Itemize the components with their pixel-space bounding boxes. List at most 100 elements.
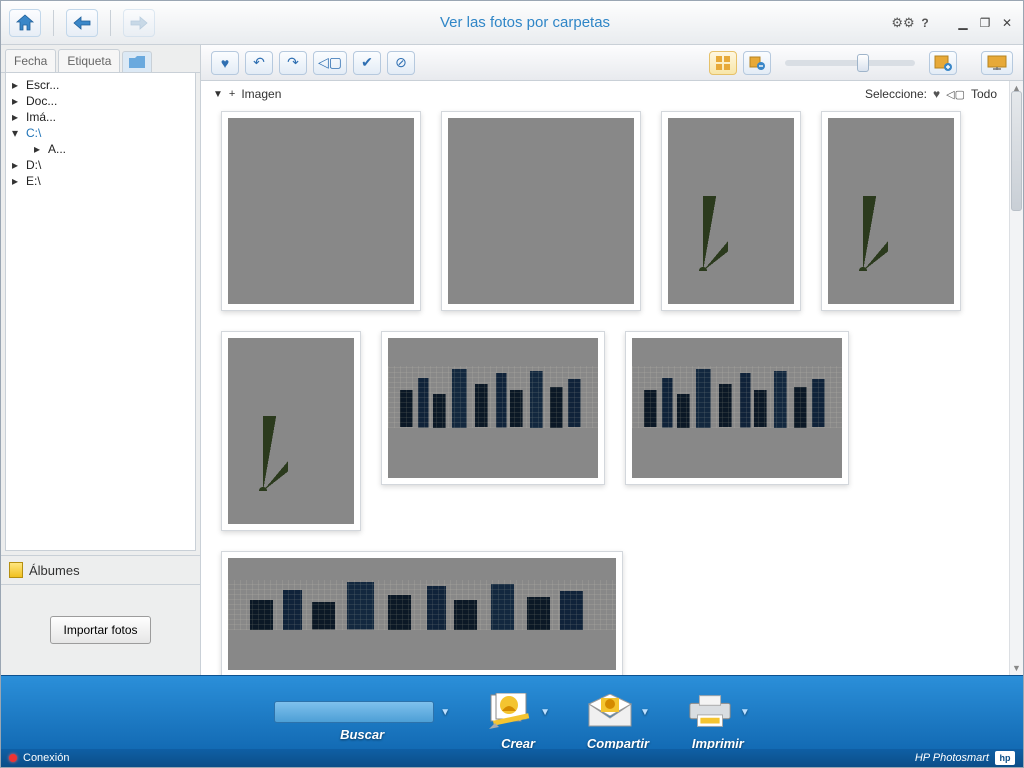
maximize-button[interactable]: ❐ [977, 15, 993, 31]
expand-plus-icon[interactable]: + [229, 88, 235, 100]
thumbnail-size-slider[interactable] [785, 60, 915, 66]
main-area: ♥ ↶ ↷ ◁▢ ✔ ⊘ [201, 45, 1023, 675]
thumbnail-grid [201, 107, 1009, 675]
slideshow-icon [986, 55, 1008, 71]
thumbnail-image [668, 118, 794, 304]
search-input[interactable] [274, 701, 434, 723]
tab-date[interactable]: Fecha [5, 49, 56, 72]
prohibit-icon: ⊘ [395, 54, 407, 71]
tag-icon: ◁▢ [318, 54, 342, 71]
check-circle-icon: ✔ [361, 54, 373, 71]
thumbnail-image [632, 338, 842, 478]
thumbnail-image [228, 118, 414, 304]
albums-button[interactable]: Álbumes [1, 555, 200, 585]
rotate-left-button[interactable]: ↶ [245, 51, 273, 75]
window-controls: ⚙⚙ ? ▁ ❐ ✕ [895, 15, 1015, 31]
tree-node[interactable]: ▸A... [8, 141, 193, 157]
select-favorites-button[interactable]: ♥ [933, 87, 940, 101]
tree-node[interactable]: ▾C:\ [8, 125, 193, 141]
tree-node-label: E:\ [26, 174, 41, 188]
scrollbar-thumb[interactable] [1011, 91, 1022, 211]
content-scroll[interactable]: ▼ + Imagen Seleccione: ♥ ◁▢ Todo [201, 81, 1009, 675]
search-dropdown[interactable]: ▼ [440, 707, 450, 718]
reject-button[interactable]: ⊘ [387, 51, 415, 75]
tree-node[interactable]: ▸Imá... [8, 109, 193, 125]
arrow-right-icon [130, 16, 148, 30]
slideshow-button[interactable] [981, 51, 1013, 75]
chevron-right-icon[interactable]: ▸ [12, 158, 22, 172]
home-icon [15, 14, 35, 32]
tree-node[interactable]: ▸ Escr... [8, 77, 193, 93]
minimize-button[interactable]: ▁ [955, 15, 971, 31]
heart-icon: ♥ [221, 55, 229, 71]
select-tagged-button[interactable]: ◁▢ [946, 88, 965, 101]
thumb-minus-icon [749, 56, 765, 70]
tab-tag[interactable]: Etiqueta [58, 49, 120, 72]
thumbnail[interactable] [221, 551, 623, 675]
settings-button[interactable]: ⚙⚙ [895, 15, 911, 31]
rotate-right-button[interactable]: ↷ [279, 51, 307, 75]
chevron-down-icon[interactable]: ▾ [12, 126, 22, 140]
help-button[interactable]: ? [917, 15, 933, 31]
tree-node-label: Escr... [26, 78, 59, 92]
select-all-button[interactable]: Todo [971, 87, 997, 101]
share-icon [586, 692, 634, 732]
chevron-right-icon[interactable]: ▸ [12, 78, 22, 92]
folder-tree[interactable]: ▸Escr...▸Doc...▸Imá...▾C:\▸A...▸D:\▸E:\ [5, 73, 196, 551]
home-button[interactable] [9, 9, 41, 37]
back-button[interactable] [66, 9, 98, 37]
zoom-in-thumb-button[interactable] [929, 51, 957, 75]
print-group[interactable]: ▼ Imprimir [686, 692, 750, 751]
chevron-right-icon[interactable]: ▸ [12, 94, 22, 108]
tab-folder[interactable] [122, 51, 152, 72]
thumbnail-image [228, 338, 354, 524]
albums-icon [9, 562, 23, 578]
thumbnail[interactable] [661, 111, 801, 311]
grid-icon [716, 56, 730, 70]
slider-knob[interactable] [857, 54, 869, 72]
thumbnail[interactable] [381, 331, 605, 485]
thumbnail-image [388, 338, 598, 478]
thumbnail[interactable] [625, 331, 849, 485]
tag-button[interactable]: ◁▢ [313, 51, 347, 75]
tree-node[interactable]: ▸Doc... [8, 93, 193, 109]
approve-button[interactable]: ✔ [353, 51, 381, 75]
close-button[interactable]: ✕ [999, 15, 1015, 31]
thumbnail[interactable] [821, 111, 961, 311]
vertical-scrollbar[interactable]: ▲ ▼ [1009, 81, 1023, 675]
favorite-button[interactable]: ♥ [211, 51, 239, 75]
create-dropdown[interactable]: ▼ [540, 707, 550, 718]
thumbnail-image [448, 118, 634, 304]
zoom-out-thumb-button[interactable] [743, 51, 771, 75]
select-label: Seleccione: [865, 87, 927, 101]
chevron-right-icon[interactable]: ▸ [12, 110, 22, 124]
thumbnail[interactable] [221, 111, 421, 311]
thumbnail[interactable] [441, 111, 641, 311]
create-group[interactable]: ▼ Crear [486, 692, 550, 751]
search-label: Buscar [340, 727, 384, 742]
tree-node[interactable]: ▸ D:\ [8, 157, 193, 173]
albums-label: Álbumes [29, 563, 80, 578]
thumbnail-image [228, 558, 616, 670]
tree-node[interactable]: ▸ E:\ [8, 173, 193, 189]
thumbnail[interactable] [221, 331, 361, 531]
print-icon [686, 692, 734, 732]
grid-view-button[interactable] [709, 51, 737, 75]
chevron-right-icon[interactable]: ▸ [34, 142, 44, 156]
rotate-left-icon: ↶ [253, 54, 265, 71]
connection-status-icon [9, 754, 17, 762]
status-bar: Conexión HP Photosmart hp [1, 749, 1023, 767]
tree-node-label: D:\ [26, 158, 41, 172]
chevron-right-icon[interactable]: ▸ [12, 174, 22, 188]
import-photos-button[interactable]: Importar fotos [50, 616, 150, 644]
separator [53, 10, 54, 36]
print-dropdown[interactable]: ▼ [740, 707, 750, 718]
titlebar: Ver las fotos por carpetas ⚙⚙ ? ▁ ❐ ✕ [1, 1, 1023, 45]
collapse-icon[interactable]: ▼ [213, 89, 223, 100]
share-group[interactable]: ▼ Compartir [586, 692, 650, 751]
brand-label: HP Photosmart [915, 752, 989, 764]
forward-button[interactable] [123, 9, 155, 37]
scroll-down-button[interactable]: ▼ [1010, 661, 1023, 675]
app-window: Ver las fotos por carpetas ⚙⚙ ? ▁ ❐ ✕ Fe… [0, 0, 1024, 768]
share-dropdown[interactable]: ▼ [640, 707, 650, 718]
